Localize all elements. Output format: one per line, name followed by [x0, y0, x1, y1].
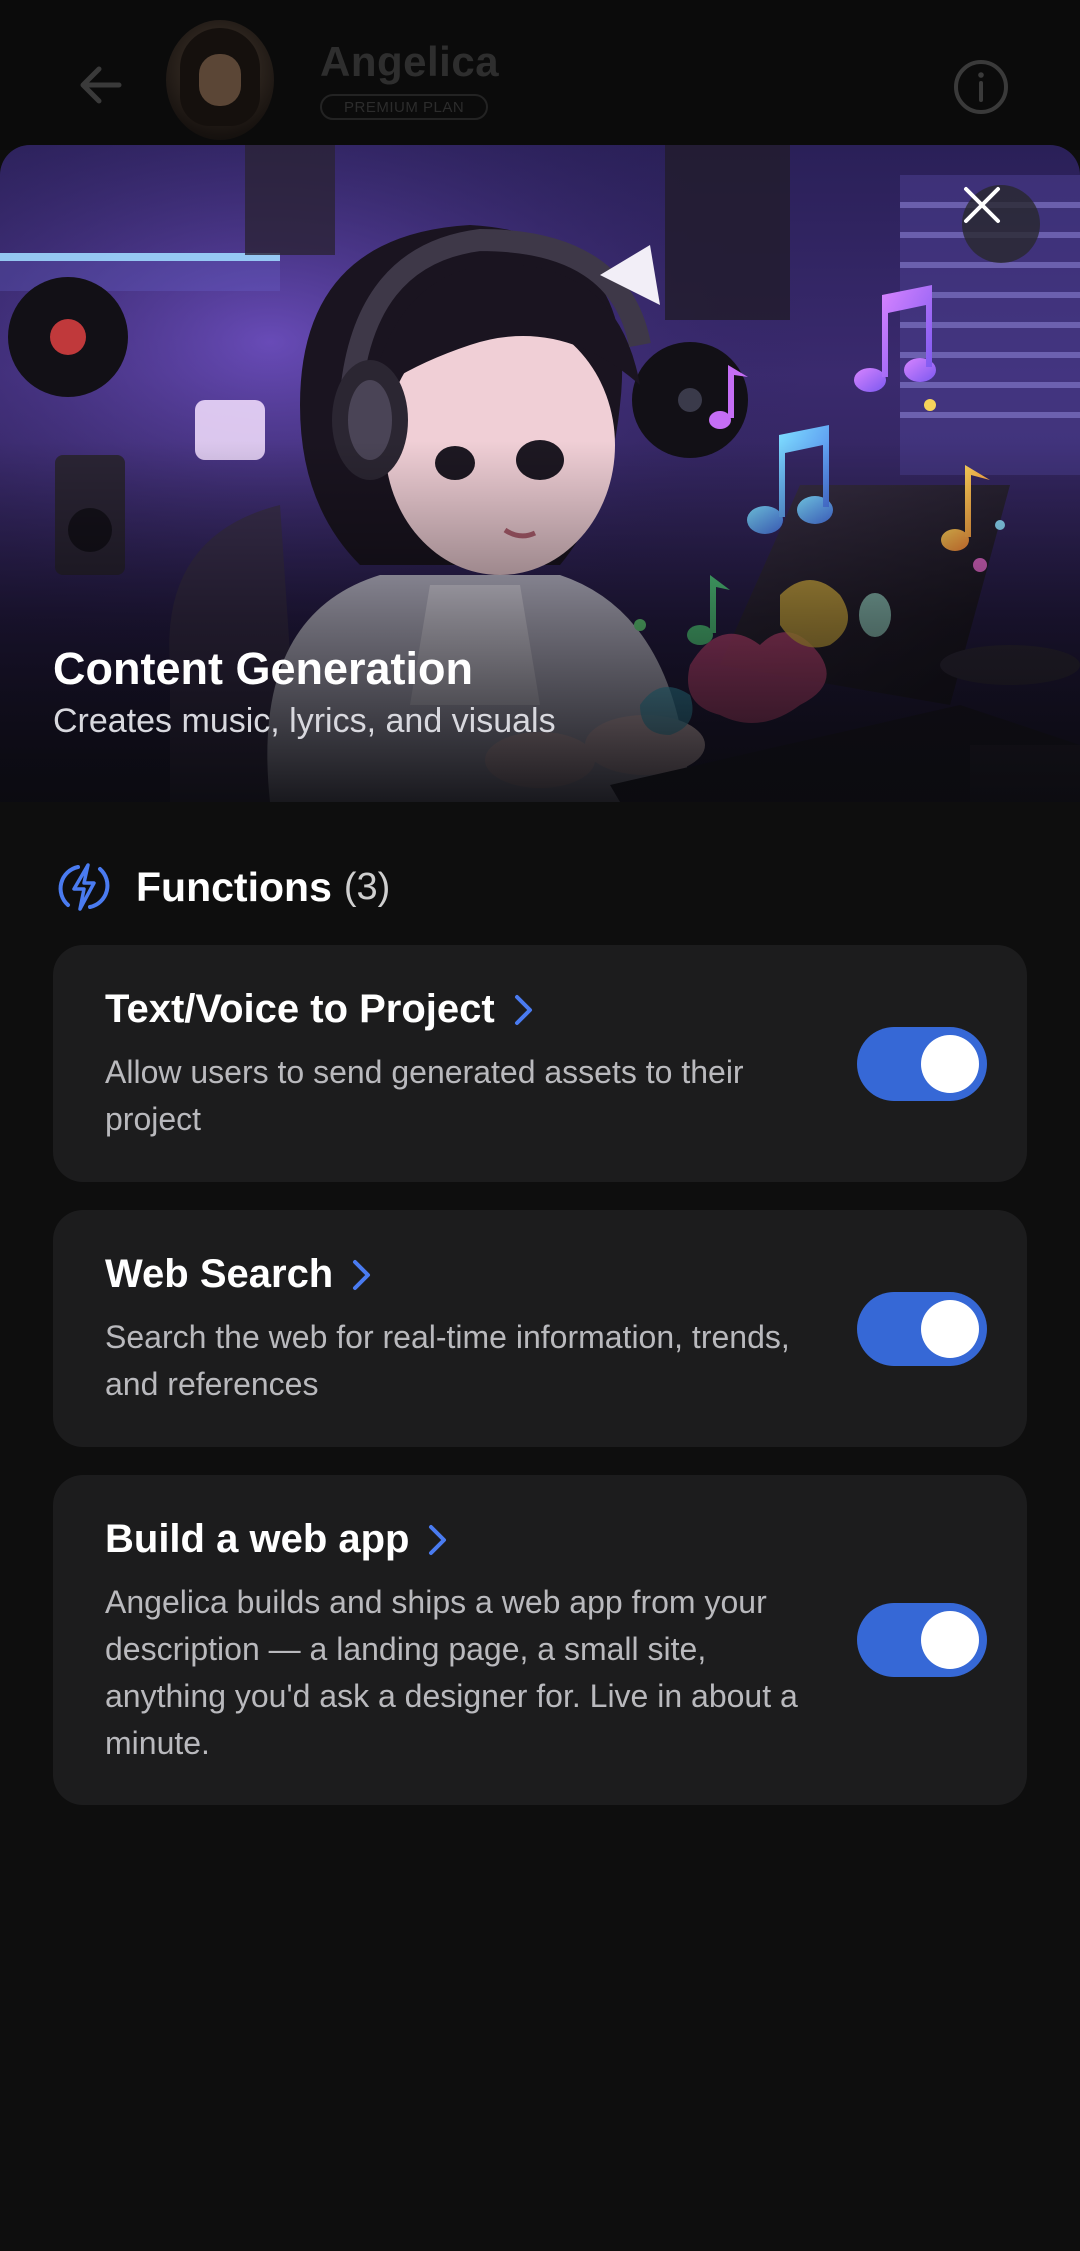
arrow-left-icon [80, 66, 122, 104]
toggle-knob [921, 1300, 979, 1358]
function-title: Web Search [105, 1252, 334, 1296]
function-description: Allow users to send generated assets to … [105, 1054, 744, 1137]
chevron-right-icon [353, 1259, 371, 1290]
function-title-link[interactable]: Text/Voice to Project [105, 987, 535, 1032]
function-description: Search the web for real-time information… [105, 1319, 790, 1402]
agent-name: Angelica [320, 38, 500, 85]
chevron-right-icon [514, 994, 532, 1025]
function-title-link[interactable]: Build a web app [105, 1517, 449, 1562]
function-sheet: Content Generation Creates music, lyrics… [0, 145, 1080, 2251]
info-icon[interactable] [952, 58, 1010, 116]
function-toggle[interactable] [857, 1603, 987, 1677]
close-button[interactable] [962, 185, 1040, 263]
function-description: Angelica builds and ships a web app from… [105, 1584, 798, 1761]
function-title-link[interactable]: Web Search [105, 1252, 373, 1297]
function-card[interactable]: Text/Voice to Project Allow users to sen… [53, 945, 1027, 1182]
top-bar: Angelica PREMIUM PLAN [0, 0, 1080, 150]
close-icon [964, 187, 1000, 223]
avatar [166, 20, 274, 140]
functions-title: Functions [136, 863, 332, 910]
function-toggle[interactable] [857, 1292, 987, 1366]
toggle-knob [921, 1035, 979, 1093]
function-title: Build a web app [105, 1517, 410, 1561]
plan-badge: PREMIUM PLAN [320, 94, 489, 120]
function-card[interactable]: Web Search Search the web for real-time … [53, 1210, 1027, 1447]
function-title: Text/Voice to Project [105, 987, 495, 1031]
lightning-icon [58, 863, 110, 911]
functions-header: Functions (3) [58, 857, 390, 917]
toggle-knob [921, 1611, 979, 1669]
hero-image: Content Generation Creates music, lyrics… [0, 145, 1080, 802]
hero-subtitle: Creates music, lyrics, and visuals [53, 702, 556, 740]
function-toggle[interactable] [857, 1027, 987, 1101]
functions-count: (3) [343, 865, 391, 908]
chevron-right-icon [429, 1524, 447, 1555]
function-card[interactable]: Build a web app Angelica builds and ship… [53, 1475, 1027, 1805]
back-button[interactable] [60, 50, 140, 120]
hero-title: Content Generation [53, 643, 474, 694]
